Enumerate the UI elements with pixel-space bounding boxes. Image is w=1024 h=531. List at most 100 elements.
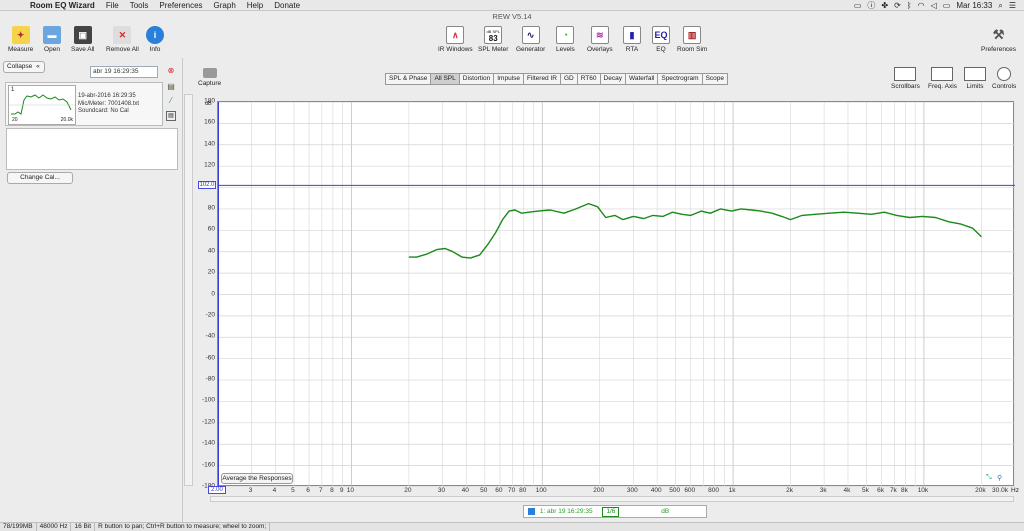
freq-axis-button[interactable]: Freq. Axis: [928, 67, 957, 90]
tab-impulse[interactable]: Impulse: [493, 73, 524, 85]
tab-waterfall[interactable]: Waterfall: [624, 73, 659, 85]
y-tick-label: 160: [204, 118, 215, 126]
tab-decay[interactable]: Decay: [599, 73, 626, 85]
spl-graph: [217, 101, 1016, 488]
tab-all-spl[interactable]: All SPL: [430, 73, 460, 85]
preferences-button[interactable]: ⚒ Preferences: [981, 26, 1016, 53]
delete-measurement-icon[interactable]: ⊗: [166, 66, 176, 76]
remove-all-button[interactable]: ✕ Remove All: [106, 26, 139, 53]
y-tick-label: -160: [201, 461, 215, 469]
battery-icon[interactable]: ▭: [943, 1, 951, 10]
pan-icon[interactable]: ⤡: [986, 474, 992, 482]
change-cal-button[interactable]: Change Cal...: [7, 172, 73, 184]
x-tick-label: 40: [461, 487, 469, 494]
average-responses-button[interactable]: Average the Responses: [221, 473, 293, 484]
bluetooth-icon[interactable]: ᛒ: [907, 1, 912, 10]
app-menu[interactable]: Room EQ Wizard: [30, 1, 95, 10]
measurement-card[interactable]: 1 20 20.0k 19-abr-2016 16:29:35 Mic/Mete…: [5, 82, 163, 126]
y-unit: dB: [205, 101, 212, 107]
info-icon: i: [146, 26, 164, 44]
edit-color-icon[interactable]: ⁄: [166, 96, 176, 106]
collapse-button[interactable]: Collapse «: [3, 61, 45, 73]
y-tick-label: -20: [205, 311, 215, 319]
display-icon[interactable]: ▭: [854, 1, 862, 10]
sync-icon[interactable]: ⟳: [894, 1, 901, 10]
x-tick-label: 400: [650, 487, 662, 494]
y-cursor-readout: 102.0: [198, 181, 216, 189]
save-all-button[interactable]: ▣ Save All: [71, 26, 95, 53]
room-sim-button[interactable]: ▥ Room Sim: [677, 26, 707, 53]
tab-filtered-ir[interactable]: Filtered IR: [523, 73, 561, 85]
measurement-soundcard: Soundcard: No Cal: [78, 108, 129, 114]
smoothing-selector[interactable]: 1/6: [602, 507, 620, 517]
ir-windows-icon: ∧: [446, 26, 465, 44]
hint-text: R button to pan; Ctrl+R button to measur…: [95, 523, 271, 531]
list-icon[interactable]: ☰: [1009, 1, 1016, 10]
sample-rate: 48000 Hz: [37, 523, 72, 531]
x-tick-label: 10k: [917, 487, 929, 494]
tab-gd[interactable]: GD: [559, 73, 578, 85]
limits-icon: [964, 67, 986, 81]
plot-area[interactable]: [217, 101, 1016, 488]
clock[interactable]: Mar 16:33: [956, 1, 992, 10]
status-menus: ▭ ⓘ ✤ ⟳ ᛒ ◠ ◁ ▭ Mar 16:33 ⌕ ☰: [854, 0, 1016, 11]
volume-icon[interactable]: ◁: [931, 1, 937, 10]
tab-scope[interactable]: Scope: [701, 73, 729, 85]
generator-button[interactable]: ∿ Generator: [516, 26, 545, 53]
x-tick-label: 30: [437, 487, 446, 494]
measurement-mic: Mic/Meter: 7001408.txt: [78, 100, 140, 107]
x-unit: Hz: [1011, 487, 1019, 494]
horizontal-scrollbar[interactable]: [210, 496, 1014, 502]
controls-icon: [997, 67, 1012, 81]
notes-icon[interactable]: ▤: [166, 111, 176, 121]
overlays-button[interactable]: ≋ Overlays: [587, 26, 613, 53]
measurement-notes[interactable]: [6, 128, 178, 170]
measurement-thumbnail: 1 20 20.0k: [8, 85, 76, 125]
ir-windows-button[interactable]: ∧ IR Windows: [438, 26, 473, 53]
eq-button[interactable]: EQ EQ: [652, 26, 670, 53]
tab-spl-phase[interactable]: SPL & Phase: [385, 73, 432, 85]
wifi-icon[interactable]: ◠: [918, 1, 925, 10]
search-icon[interactable]: ⌕: [998, 1, 1002, 11]
controls-button[interactable]: Controls: [992, 67, 1016, 90]
rta-button[interactable]: ▮ RTA: [623, 26, 641, 53]
folder-icon: ▬: [43, 26, 61, 44]
menu-help[interactable]: Help: [247, 1, 263, 10]
x-tick-label: 80: [519, 487, 527, 494]
open-button[interactable]: ▬ Open: [43, 26, 61, 53]
measure-button[interactable]: ✦ Measure: [8, 26, 33, 53]
x-tick-label: 4k: [843, 487, 851, 494]
limits-button[interactable]: Limits: [964, 67, 986, 90]
eq-icon: EQ: [652, 26, 670, 44]
magnify-icon[interactable]: ⚲: [997, 474, 1002, 482]
fan-icon[interactable]: ✤: [881, 1, 888, 10]
y-tick-label: 20: [207, 268, 215, 276]
menu-graph[interactable]: Graph: [214, 1, 236, 10]
measurement-info: 19-abr-2016 16:29:35 Mic/Meter: 7001408.…: [78, 93, 139, 116]
menu-tools[interactable]: Tools: [130, 1, 149, 10]
capture-button[interactable]: Capture: [198, 68, 221, 87]
x-tick-label: 3k: [819, 487, 827, 494]
remove-icon: ✕: [113, 26, 132, 44]
menu-donate[interactable]: Donate: [274, 1, 300, 10]
y-axis-labels: 180160140120100806040200-20-40-60-80-100…: [190, 98, 215, 490]
menu-file[interactable]: File: [106, 1, 119, 10]
tab-spectrogram[interactable]: Spectrogram: [657, 73, 703, 85]
info-button[interactable]: i Info: [146, 26, 164, 53]
menu-preferences[interactable]: Preferences: [159, 1, 202, 10]
info-status-icon[interactable]: ⓘ: [867, 0, 875, 11]
camera-icon: [202, 68, 217, 78]
levels-button[interactable]: ◔ Levels: [556, 26, 575, 53]
x-tick-label: 9: [339, 487, 344, 494]
tab-distortion[interactable]: Distortion: [458, 73, 495, 85]
scrollbars-button[interactable]: Scrollbars: [891, 67, 920, 90]
legend-checkbox[interactable]: [528, 508, 535, 515]
tab-rt60[interactable]: RT60: [576, 73, 601, 85]
spl-meter-button[interactable]: dB SPL 83 SPL Meter: [478, 26, 508, 53]
freq-axis-icon: [931, 67, 954, 81]
x-tick-label: 1k: [728, 487, 736, 494]
save-measurement-icon[interactable]: ▤: [166, 82, 176, 92]
measurement-name-field[interactable]: abr 19 16:29:35: [90, 66, 158, 78]
rta-icon: ▮: [623, 26, 641, 44]
x-tick-label: 60: [495, 487, 503, 494]
